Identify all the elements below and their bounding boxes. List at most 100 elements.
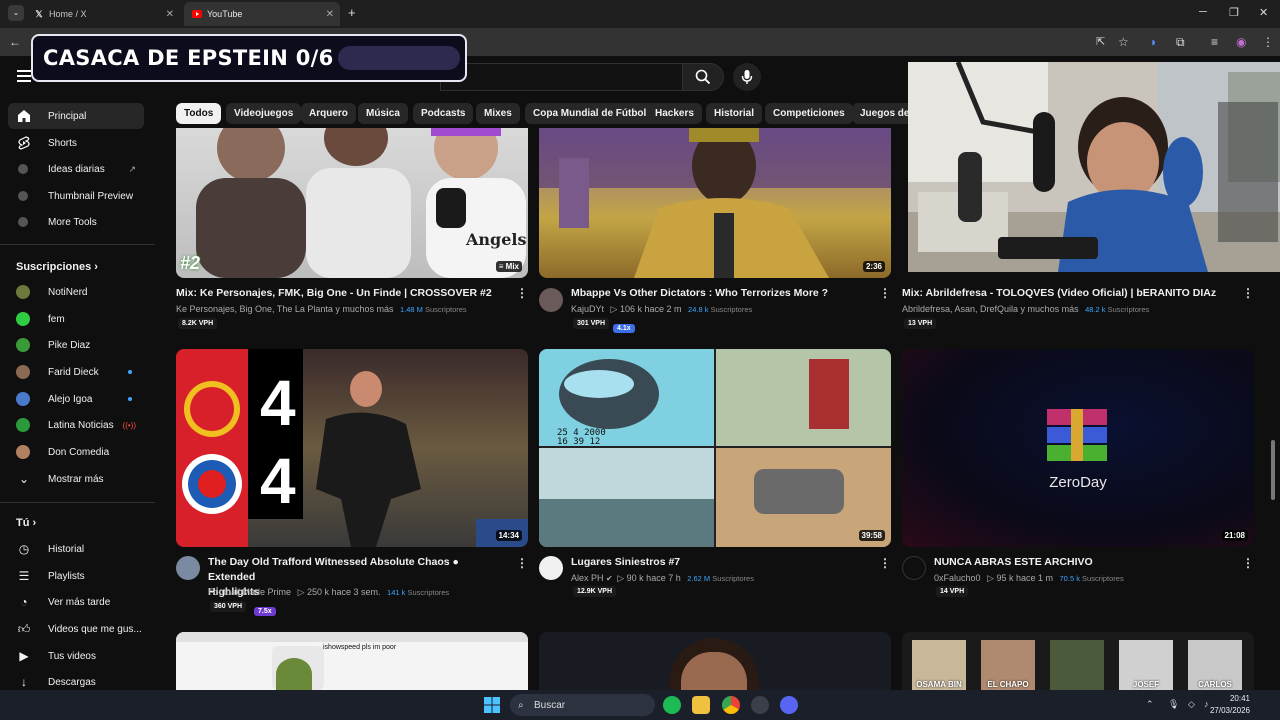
sidebar-item-thumbnail-preview[interactable]: Thumbnail Preview bbox=[8, 183, 144, 209]
chrome-icon[interactable] bbox=[722, 696, 740, 714]
avatar bbox=[16, 312, 30, 326]
chip-musica[interactable]: Música bbox=[358, 103, 408, 124]
more-options-icon[interactable]: ⋮ bbox=[879, 556, 891, 570]
chip-videojuegos[interactable]: Videojuegos bbox=[226, 103, 302, 124]
chip-podcasts[interactable]: Podcasts bbox=[413, 103, 474, 124]
filter-chips: Todos Videojuegos Arquero Música Podcast… bbox=[168, 100, 908, 128]
more-options-icon[interactable]: ⋮ bbox=[516, 556, 528, 570]
sidebar-sub-latina-noticias[interactable]: Latina Noticias ((•)) bbox=[8, 412, 144, 438]
new-content-dot bbox=[128, 370, 132, 374]
sidebar-item-playlists[interactable]: ☰ Playlists bbox=[8, 563, 144, 589]
video-thumbnail[interactable] bbox=[539, 632, 891, 690]
channel-name[interactable]: 0xFalucho0 bbox=[934, 573, 981, 583]
video-thumbnail[interactable]: #2 Angels ≡ Mix bbox=[176, 128, 528, 278]
search-input[interactable] bbox=[440, 63, 682, 91]
sidebar-sub-farid-dieck[interactable]: Farid Dieck bbox=[8, 359, 144, 385]
sidebar-show-more[interactable]: ⌄ Mostrar más bbox=[8, 466, 144, 492]
channel-name[interactable]: Football Made Prime bbox=[208, 587, 291, 597]
video-title[interactable]: NUNCA ABRAS ESTE ARCHIVO bbox=[934, 555, 1234, 570]
you-heading[interactable]: Tú › bbox=[16, 517, 36, 529]
sidebar-item-principal[interactable]: Principal bbox=[8, 103, 144, 129]
new-tab-button[interactable]: + bbox=[348, 5, 356, 20]
sidebar-item-label: Shorts bbox=[48, 137, 77, 149]
chip-todos[interactable]: Todos bbox=[176, 103, 222, 124]
sidebar-item-shorts[interactable]: Shorts bbox=[8, 130, 144, 156]
sidebar-sub-notinerd[interactable]: NotiNerd bbox=[8, 279, 144, 305]
avatar[interactable] bbox=[176, 556, 200, 580]
chip-hackers[interactable]: Hackers bbox=[647, 103, 702, 124]
search-button[interactable] bbox=[682, 63, 724, 91]
chip-copa-mundial[interactable]: Copa Mundial de Fútbol bbox=[525, 103, 655, 124]
sidebar-sub-don-comedia[interactable]: Don Comedia bbox=[8, 439, 144, 465]
tab-youtube[interactable]: YouTube ✕ bbox=[184, 2, 340, 26]
chip-historial[interactable]: Historial bbox=[706, 103, 763, 124]
avatar[interactable] bbox=[902, 556, 926, 580]
windows-start-icon[interactable] bbox=[484, 697, 500, 718]
more-options-icon[interactable]: ⋮ bbox=[879, 286, 891, 300]
avatar[interactable] bbox=[539, 556, 563, 580]
tab-search-button[interactable]: ⌄ bbox=[8, 5, 24, 21]
video-stats: ▷ 95 k hace 1 m bbox=[987, 573, 1053, 583]
sidebar-item-historial[interactable]: ◷ Historial bbox=[8, 536, 144, 562]
more-options-icon[interactable]: ⋮ bbox=[1242, 286, 1254, 300]
video-title[interactable]: Mix: Ke Personajes, FMK, Big One - Un Fi… bbox=[176, 286, 496, 301]
sidebar-item-more-tools[interactable]: More Tools bbox=[8, 209, 144, 235]
more-options-icon[interactable]: ⋮ bbox=[1242, 556, 1254, 570]
subscriptions-heading[interactable]: Suscripciones › bbox=[16, 261, 98, 273]
media-control-icon[interactable]: ≡ bbox=[1211, 35, 1218, 49]
taskbar-search[interactable]: ⌕ Buscar bbox=[510, 694, 655, 716]
chip-arquero[interactable]: Arquero bbox=[301, 103, 356, 124]
video-title[interactable]: Mix: Abrildefresa - TOLOQVES (Video Ofic… bbox=[902, 286, 1242, 301]
sidebar-item-your-videos[interactable]: ▶ Tus videos bbox=[8, 643, 144, 669]
sidebar-item-watch-later[interactable]: ◔ Ver más tarde bbox=[8, 589, 144, 615]
discord-icon[interactable] bbox=[780, 696, 798, 714]
sidebar-sub-alejo-igoa[interactable]: Alejo Igoa bbox=[8, 386, 144, 412]
channel-name[interactable]: Alex PH bbox=[571, 573, 604, 583]
close-icon[interactable]: ✕ bbox=[166, 9, 174, 20]
wifi-icon[interactable]: ◇ bbox=[1188, 699, 1195, 710]
video-title[interactable]: Lugares Siniestros #7 bbox=[571, 555, 871, 570]
back-icon[interactable]: ← bbox=[9, 35, 21, 49]
minimize-icon[interactable]: ─ bbox=[1199, 6, 1207, 18]
video-channel-line: KajuDYt ▷ 106 k hace 2 m 24.8 k Suscript… bbox=[571, 304, 752, 315]
profile-icon[interactable]: ◉ bbox=[1236, 35, 1246, 49]
avatar[interactable] bbox=[539, 288, 563, 312]
bookmark-star-icon[interactable]: ☆ bbox=[1118, 35, 1129, 49]
chip-mixes[interactable]: Mixes bbox=[476, 103, 520, 124]
video-title[interactable]: Mbappe Vs Other Dictators : Who Terroriz… bbox=[571, 286, 871, 301]
sidebar-item-ideas-diarias[interactable]: Ideas diarias ↗ bbox=[8, 156, 144, 182]
sidebar-sub-pike-diaz[interactable]: Pike Diaz bbox=[8, 332, 144, 358]
install-app-icon[interactable]: ⇱ bbox=[1096, 35, 1105, 48]
video-thumbnail[interactable]: 4 4 14:34 bbox=[176, 349, 528, 547]
voice-search-button[interactable] bbox=[733, 63, 761, 91]
hamburger-menu-icon[interactable] bbox=[17, 70, 31, 82]
video-thumbnail[interactable]: OSAMA BIN EL CHAPO JOSEF CARLOS bbox=[902, 632, 1254, 690]
tab-x[interactable]: 𝕏 Home / X ✕ bbox=[26, 2, 180, 26]
sidebar-sub-fem[interactable]: fem bbox=[8, 306, 144, 332]
close-icon[interactable]: ✕ bbox=[326, 9, 334, 20]
taskbar-clock[interactable]: 20:41 27/03/2026 bbox=[1210, 693, 1250, 717]
more-options-icon[interactable]: ⋮ bbox=[516, 286, 528, 300]
page-scrollbar[interactable] bbox=[1271, 440, 1275, 500]
video-thumbnail[interactable]: 2:36 bbox=[539, 128, 891, 278]
spotify-icon[interactable] bbox=[663, 696, 681, 714]
volume-icon[interactable]: ♪ bbox=[1204, 699, 1209, 709]
obs-icon[interactable] bbox=[751, 696, 769, 714]
sidebar-item-liked-videos[interactable]: 👍︎ Videos que me gus... bbox=[8, 616, 144, 642]
chip-juegos[interactable]: Juegos de a bbox=[852, 103, 908, 124]
video-thumbnail[interactable]: ZeroDay 21:08 bbox=[902, 349, 1254, 547]
extensions-icon[interactable]: ⧉ bbox=[1176, 35, 1185, 50]
file-explorer-icon[interactable] bbox=[692, 696, 710, 714]
channel-name[interactable]: Ke Personajes, Big One, The La Planta y … bbox=[176, 304, 393, 314]
microphone-icon[interactable]: 🎙︎ bbox=[1168, 699, 1179, 710]
extension-sound-icon[interactable]: ◗ bbox=[1150, 35, 1157, 49]
video-thumbnail[interactable]: 25 4 2000 16 39 12 39:58 bbox=[539, 349, 891, 547]
video-thumbnail[interactable]: ishowspeed pls im poor bbox=[176, 632, 528, 690]
maximize-icon[interactable]: ❐ bbox=[1229, 6, 1239, 19]
close-window-icon[interactable]: ✕ bbox=[1259, 6, 1268, 19]
menu-kebab-icon[interactable]: ⋮ bbox=[1262, 35, 1274, 49]
channel-name[interactable]: KajuDYt bbox=[571, 304, 604, 314]
channel-name[interactable]: Abrildefresa, Asan, DrefQuila y muchos m… bbox=[902, 304, 1079, 314]
chip-competiciones[interactable]: Competiciones bbox=[765, 103, 853, 124]
chevron-up-icon[interactable]: ⌃ bbox=[1146, 699, 1154, 710]
